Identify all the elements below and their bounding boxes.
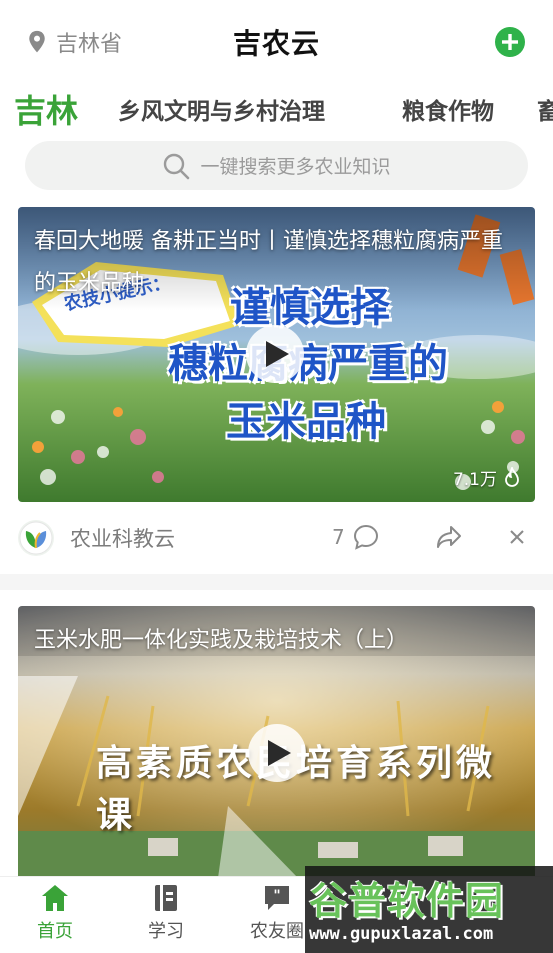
book-icon: [155, 885, 177, 911]
svg-text:": ": [273, 888, 280, 904]
poster-headline-3: 玉米品种: [226, 399, 386, 445]
tab-grain-crops[interactable]: 粮食作物: [402, 84, 494, 134]
leaf-logo-icon: [19, 521, 53, 555]
play-icon: [266, 341, 289, 367]
watermark-main: 谷普软件园: [309, 879, 505, 923]
watermark: 谷普软件园 www.gupuxlazal.com: [305, 866, 553, 953]
app-title: 吉农云: [232, 27, 320, 60]
play-button[interactable]: [246, 325, 304, 383]
comment-button[interactable]: 7: [332, 524, 379, 550]
top-header: 吉林省 吉农云: [0, 0, 553, 80]
video-title: 春回大地暖 备耕正当时丨谨慎选择穗粒腐病严重的玉米品种: [34, 229, 503, 296]
comment-count: 7: [332, 525, 345, 549]
view-count: 7.1万: [453, 465, 521, 490]
add-button[interactable]: [495, 27, 525, 57]
share-icon: [437, 526, 461, 548]
view-count-label: 7.1万: [452, 470, 497, 490]
poster-headline-2: 穗粒腐病严重的: [168, 341, 448, 387]
close-icon: [510, 530, 524, 544]
plus-icon: [502, 34, 518, 50]
video-card[interactable]: 春回大地暖 备耕正当时丨谨慎选择穗粒腐病严重的玉米品种 农技小提示： 谨慎选择 …: [18, 207, 535, 502]
tab-livestock[interactable]: 畜: [537, 84, 553, 134]
search-bar[interactable]: 一键搜索更多农业知识: [25, 141, 528, 190]
nav-study-label: 学习: [148, 921, 184, 942]
feed-divider: [0, 574, 553, 590]
dismiss-button[interactable]: [508, 526, 526, 552]
watermark-url: www.gupuxlazal.com: [309, 924, 494, 944]
play-button[interactable]: [248, 724, 306, 782]
category-tabs: 吉林 乡风文明与乡村治理 粮食作物 畜: [0, 84, 553, 134]
search-placeholder: 一键搜索更多农业知识: [200, 156, 391, 178]
nav-community-label: 农友圈: [250, 921, 304, 942]
comment-icon: [353, 524, 378, 550]
avatar[interactable]: [18, 520, 54, 556]
share-button[interactable]: [436, 524, 462, 554]
flame-icon: [505, 466, 519, 487]
card-meta: 农业科教云 7: [18, 514, 535, 562]
video-card[interactable]: 玉米水肥一体化实践及栽培技术（上） 高素质农民培育系列微课: [18, 606, 535, 878]
tab-jilin[interactable]: 吉林: [14, 84, 78, 134]
author-name[interactable]: 农业科教云: [70, 523, 175, 553]
tab-rural-governance[interactable]: 乡风文明与乡村治理: [118, 84, 325, 134]
video-title: 玉米水肥一体化实践及栽培技术（上）: [34, 628, 409, 653]
home-icon: [42, 885, 68, 911]
nav-study[interactable]: 学习: [126, 883, 206, 943]
chat-icon: ": [265, 886, 289, 910]
search-icon: [164, 153, 190, 179]
nav-home[interactable]: 首页: [15, 883, 95, 943]
play-icon: [268, 740, 291, 766]
nav-home-label: 首页: [37, 921, 73, 942]
poster-series-title: 高素质农民培育系列微课: [96, 742, 497, 836]
